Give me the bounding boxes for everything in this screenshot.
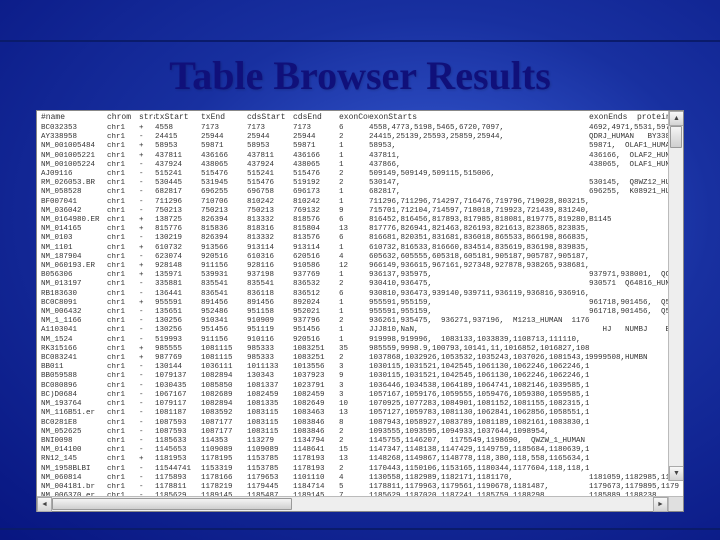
col-exonstarts: exonStarts [369,113,589,123]
data-area: #name chrom strand txStart txEnd cdsStar… [37,111,683,496]
table-row[interactable]: NM_193764chr1-10791171082894108133510826… [37,400,683,409]
table-row[interactable]: RN12_145chr1+118195311781951153785117819… [37,455,683,464]
col-txend: txEnd [201,113,247,123]
table-row[interactable]: NM_014165chr1+81577681583681831681580413… [37,225,683,234]
col-cdsstart: cdsStart [247,113,293,123]
table-row[interactable]: NM_1101chr1+6107329135669131149131141610… [37,244,683,253]
results-panel: #name chrom strand txStart txEnd cdsStar… [36,110,684,512]
table-row[interactable]: B056306chr1+1359715399319371989377691936… [37,271,683,280]
table-row[interactable]: AY338958chr1-24415259442594425944224415,… [37,133,683,142]
scroll-corner [668,497,683,511]
table-row[interactable]: RB183630chr1-136441836541836118836512693… [37,290,683,299]
table-row[interactable]: NM_001005224chr1-43792443806543792443806… [37,161,683,170]
col-exoncount: exonCount [339,113,369,123]
horizontal-scrollbar[interactable]: ◄ ► [37,496,683,511]
table-row[interactable]: BC032353chr1+455871737173717364558,4773,… [37,124,683,133]
scroll-left-icon[interactable]: ◄ [37,497,52,512]
table-row[interactable]: BC080896chr1-103043510858501081337102379… [37,382,683,391]
table-row[interactable]: NM_1958BLBIchr1-115447411153319115378511… [37,465,683,474]
hscroll-thumb[interactable] [52,498,292,510]
table-row[interactable]: BC)D0684chr1-106716710826891082459108245… [37,391,683,400]
table-row[interactable]: BC083241chr1+987769108111598533310832512… [37,354,683,363]
table-row[interactable]: NM_006432chr1-13565195248695115895202119… [37,308,683,317]
table-row[interactable]: NM_1524chr1-5199939111569101169205161919… [37,336,683,345]
col-exonends: exonEnds proteinID alignID [589,113,679,123]
table-row[interactable]: NM_058528chr1-68281769625569675869617316… [37,188,683,197]
table-row[interactable]: NM_052625chr1-10875931087177108311510838… [37,428,683,437]
table-row[interactable]: BF007041chr1-711296710706810242810242171… [37,198,683,207]
table-row[interactable]: BC0C8091chr1+955591891456891456892024195… [37,299,683,308]
scroll-up-icon[interactable]: ▲ [669,111,683,126]
table-header: #name chrom strand txStart txEnd cdsStar… [37,111,683,124]
table-row[interactable]: NM_060814chr1-11758931178166117965311011… [37,474,683,483]
vertical-scrollbar[interactable]: ▲ ▼ [668,111,683,481]
col-name: #name [41,113,107,123]
scroll-down-icon[interactable]: ▼ [669,466,683,481]
page-title: Table Browser Results [0,52,720,99]
hscroll-track[interactable] [52,497,653,511]
table-row[interactable]: BB059588chr1-107913710828941303431037923… [37,372,683,381]
vscroll-thumb[interactable] [670,126,682,148]
table-row[interactable]: NM_013197chr1-33588183554183554183653229… [37,280,683,289]
vscroll-track[interactable] [669,126,683,466]
table-row[interactable]: BB011chr1-130144103611110111331013556310… [37,363,683,372]
table-row[interactable]: NM_116B51.erchr1-10811871083592108311510… [37,409,683,418]
col-txstart: txStart [155,113,201,123]
table-row[interactable]: BC0281E8chr1-108759310871771083115108384… [37,419,683,428]
table-row[interactable]: RK315166chr1+985555108111598533310832513… [37,345,683,354]
table-row[interactable]: NM_004181.brchr1-11788111178219117944511… [37,483,683,492]
table-row[interactable]: NM_006370.erchr1-11856291189145118548711… [37,492,683,496]
table-row[interactable]: NM_001005484chr1+58953598715895359871158… [37,142,683,151]
table-row[interactable]: RM_026053.BRchr1-53044553194551547651919… [37,179,683,188]
col-cdsend: cdsEnd [293,113,339,123]
top-divider [0,40,720,42]
table-row[interactable]: NM_001005221chr1+43781143616643781143616… [37,152,683,161]
table-row[interactable]: NM_036042chr1-75021375021375021376913297… [37,207,683,216]
col-strand: strand [139,113,155,123]
bottom-divider [0,528,720,530]
table-row[interactable]: NM_0103chr1-1302198263948133328135766816… [37,234,683,243]
table-row[interactable]: NM_060193.ERchr1+92814891115692811691058… [37,262,683,271]
table-row[interactable]: A1103041chr1-1302569514569511199514561JJ… [37,326,683,335]
table-row[interactable]: NM_0164980.ERchr1+1387258263948133328185… [37,216,683,225]
table-row[interactable]: AJ09116chr1-5152415154765152415154762509… [37,170,683,179]
table-row[interactable]: NM_1_1166chr1-13025691034191090993779629… [37,317,683,326]
table-body: BC032353chr1+455871737173717364558,4773,… [37,124,683,496]
table-row[interactable]: NM_187904chr1-62307492051661031662051646… [37,253,683,262]
table-row[interactable]: NM_014100chr1-11456531109089110908911486… [37,446,683,455]
table-row[interactable]: BNI0098chr1-1185633114353113279113479421… [37,437,683,446]
scroll-right-icon[interactable]: ► [653,497,668,512]
col-chrom: chrom [107,113,139,123]
